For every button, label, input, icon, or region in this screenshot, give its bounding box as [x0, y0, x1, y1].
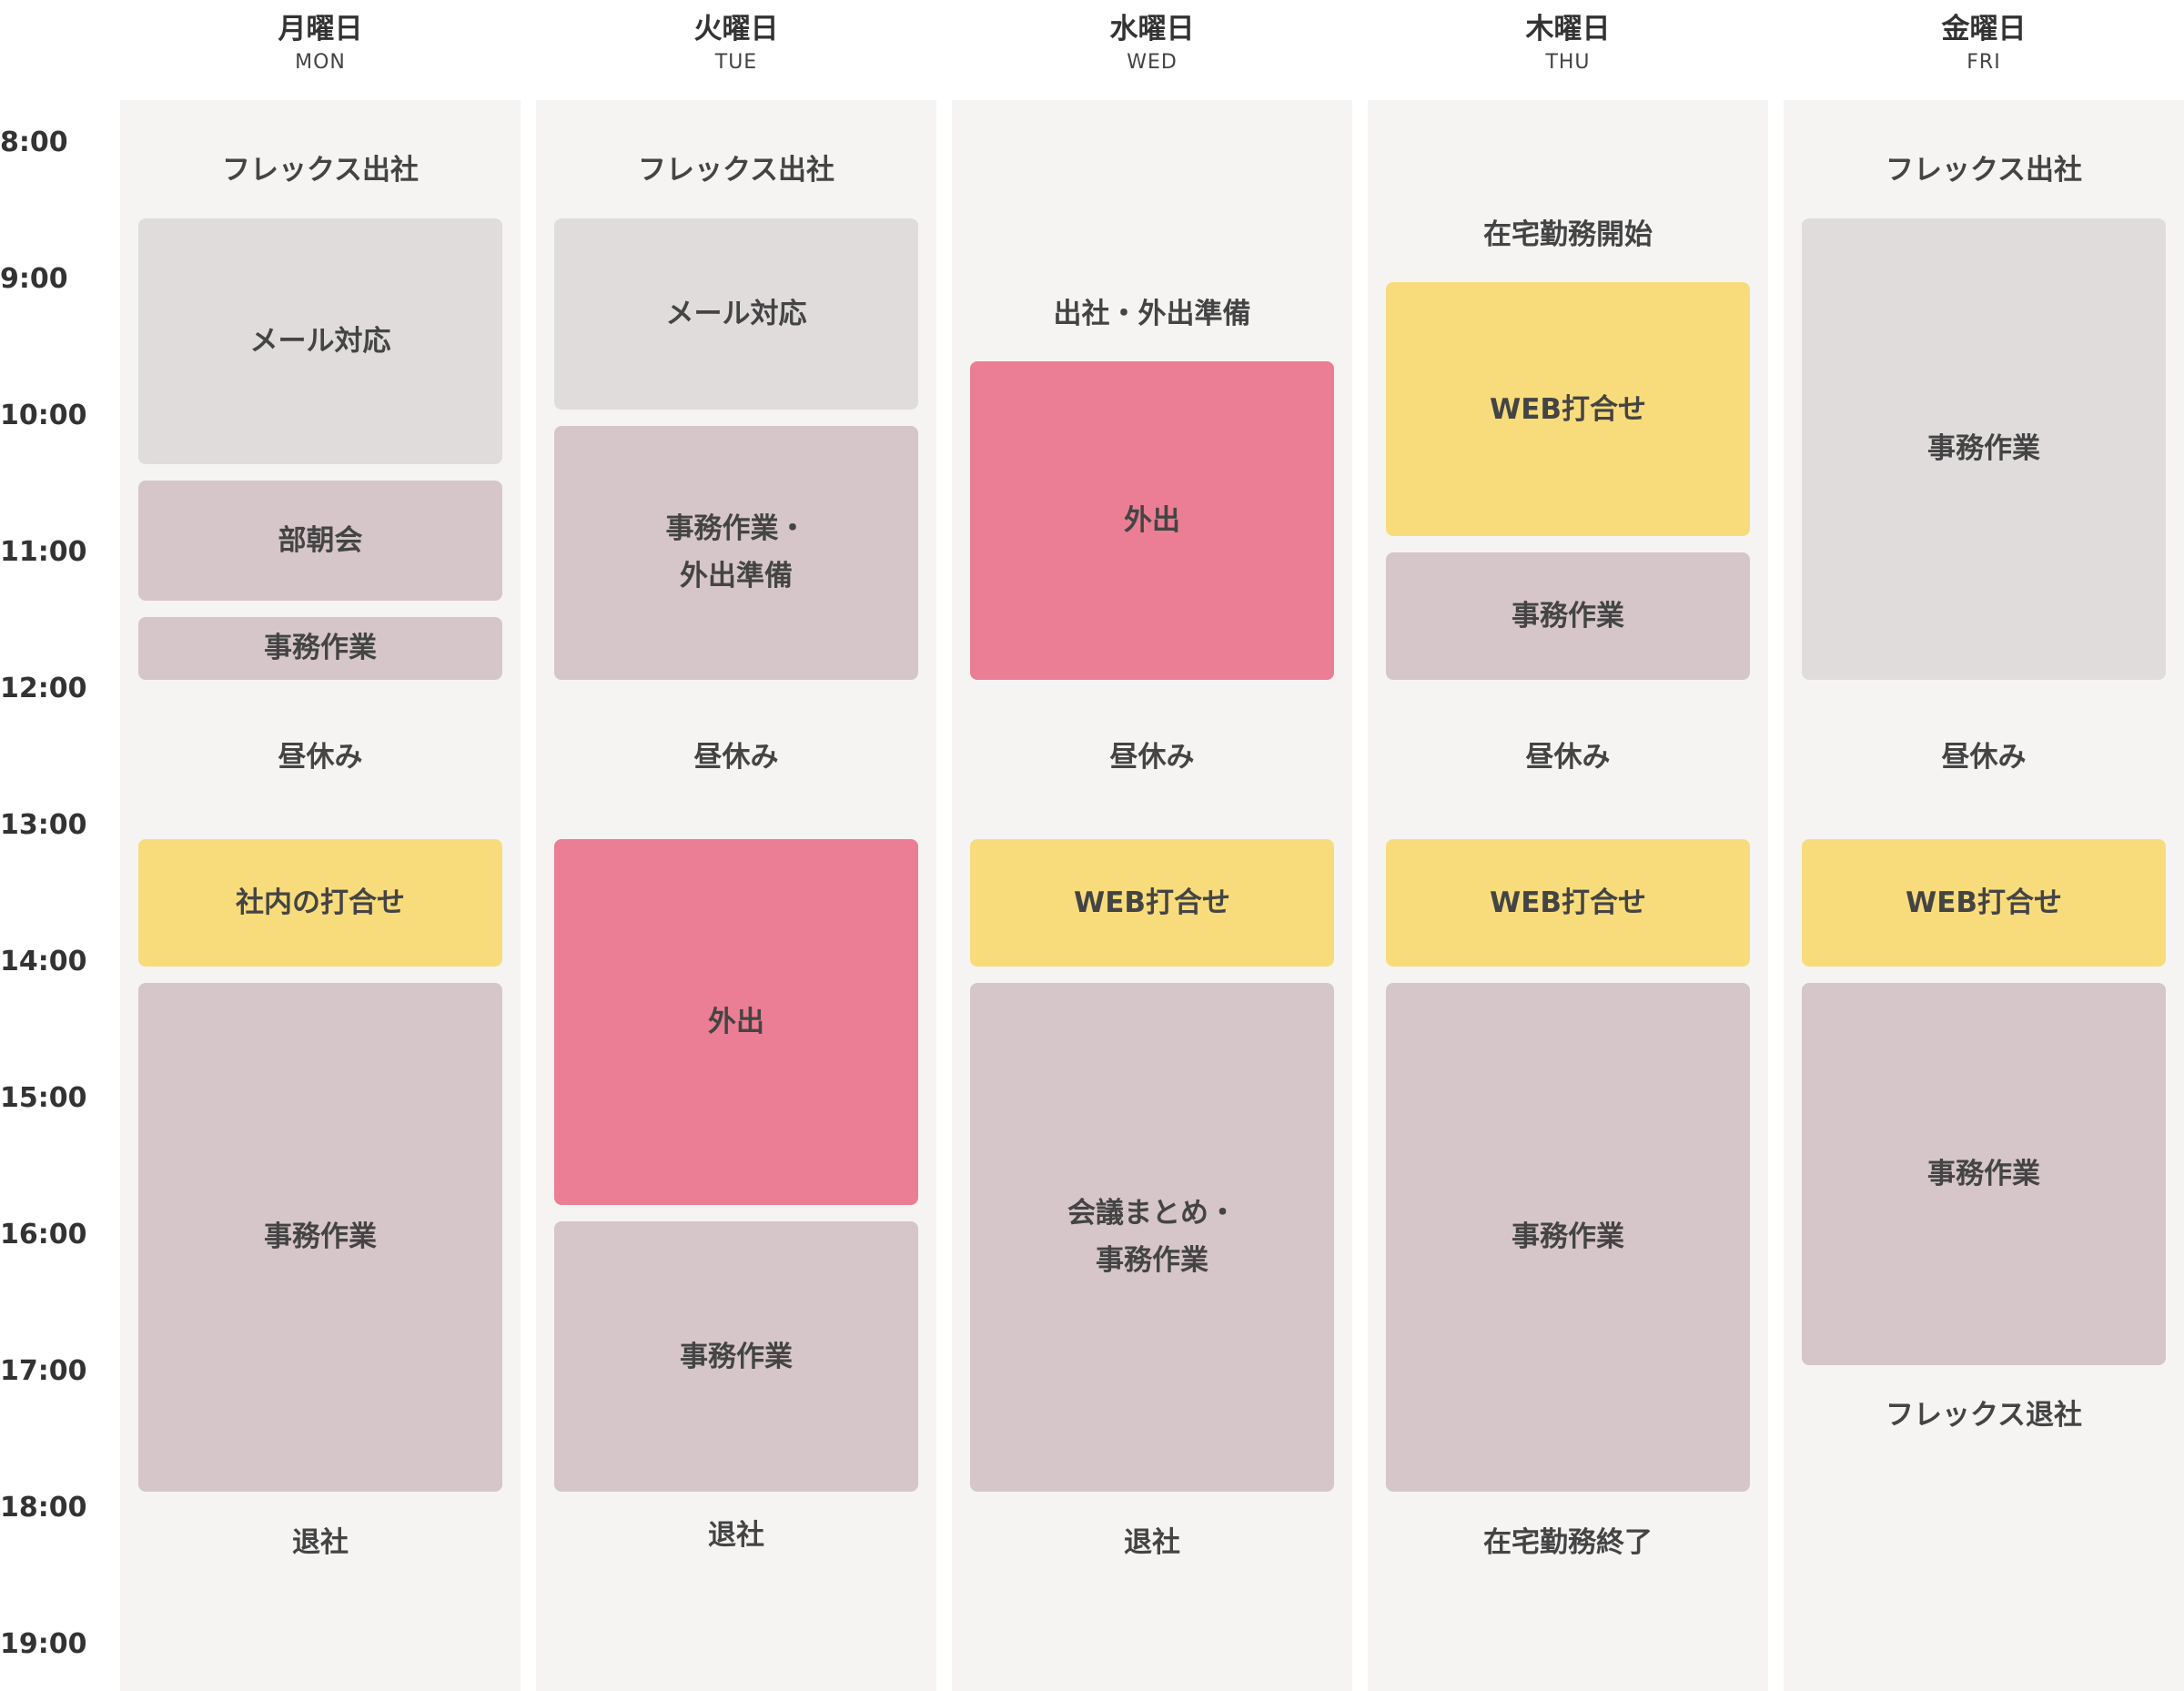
event-block[interactable]: 事務作業	[1386, 552, 1750, 680]
day-name-jp: 木曜日	[1525, 13, 1611, 46]
time-label: 8:00	[0, 127, 68, 158]
day-name-en: MON	[295, 51, 346, 74]
event-block[interactable]: WEB打合せ	[1386, 839, 1750, 967]
event-block[interactable]: 事務作業・ 外出準備	[554, 425, 918, 680]
time-label: 17:00	[0, 1355, 87, 1387]
day-name-jp: 月曜日	[278, 13, 363, 46]
event-block[interactable]: 事務作業	[138, 982, 502, 1492]
day-name-en: FRI	[1967, 51, 2001, 74]
event-block[interactable]: 社内の打合せ	[138, 839, 502, 967]
schedule-note: 昼休み	[1109, 741, 1195, 774]
day-name-en: THU	[1545, 51, 1591, 74]
schedule-note: 在宅勤務終了	[1483, 1525, 1653, 1559]
event-block[interactable]: 外出	[554, 839, 918, 1205]
event-block[interactable]: メール対応	[138, 218, 502, 464]
event-block[interactable]: メール対応	[554, 218, 918, 410]
day-name-jp: 火曜日	[693, 13, 779, 46]
schedule-note: 退社	[1124, 1525, 1180, 1559]
event-block[interactable]: WEB打合せ	[970, 839, 1334, 967]
event-block[interactable]: 会議まとめ・ 事務作業	[970, 982, 1334, 1492]
schedule-note: 退社	[292, 1525, 349, 1559]
day-name-jp: 金曜日	[1941, 13, 2027, 46]
day-name-en: WED	[1127, 51, 1178, 74]
time-label: 15:00	[0, 1082, 87, 1114]
schedule-note: 昼休み	[1525, 741, 1611, 774]
event-block[interactable]: WEB打合せ	[1386, 282, 1750, 536]
schedule-note: フレックス出社	[1885, 154, 2083, 187]
time-label: 9:00	[0, 263, 68, 295]
time-label: 12:00	[0, 673, 87, 704]
event-block[interactable]: 事務作業	[1802, 982, 2166, 1365]
schedule-note: フレックス出社	[221, 154, 420, 187]
schedule-note: フレックス退社	[1885, 1399, 2083, 1432]
time-label: 11:00	[0, 536, 87, 568]
day-name-en: TUE	[714, 51, 758, 74]
event-block[interactable]: 事務作業	[554, 1221, 918, 1492]
schedule-note: 昼休み	[278, 741, 363, 774]
time-label: 19:00	[0, 1628, 87, 1660]
time-label: 16:00	[0, 1219, 87, 1251]
schedule-note: 昼休み	[1941, 741, 2027, 774]
event-block[interactable]: 事務作業	[1386, 982, 1750, 1492]
day-name-jp: 水曜日	[1109, 13, 1195, 46]
schedule-note: 出社・外出準備	[1053, 297, 1251, 330]
event-block[interactable]: 事務作業	[138, 616, 502, 680]
event-block[interactable]: 外出	[970, 361, 1334, 680]
time-label: 14:00	[0, 946, 87, 977]
schedule-note: 在宅勤務開始	[1483, 218, 1653, 251]
time-label: 10:00	[0, 400, 87, 431]
event-block[interactable]: 事務作業	[1802, 218, 2166, 680]
schedule-note: 退社	[708, 1519, 764, 1552]
time-label: 18:00	[0, 1492, 87, 1524]
event-block[interactable]: 部朝会	[138, 480, 502, 601]
event-block[interactable]: WEB打合せ	[1802, 839, 2166, 967]
schedule-note: フレックス出社	[637, 154, 835, 187]
schedule-note: 昼休み	[693, 741, 779, 774]
time-label: 13:00	[0, 809, 87, 841]
weekly-schedule: 8:00 9:00 10:00 11:00 12:00 13:00 14:00 15:00 16…	[0, 0, 2184, 1691]
